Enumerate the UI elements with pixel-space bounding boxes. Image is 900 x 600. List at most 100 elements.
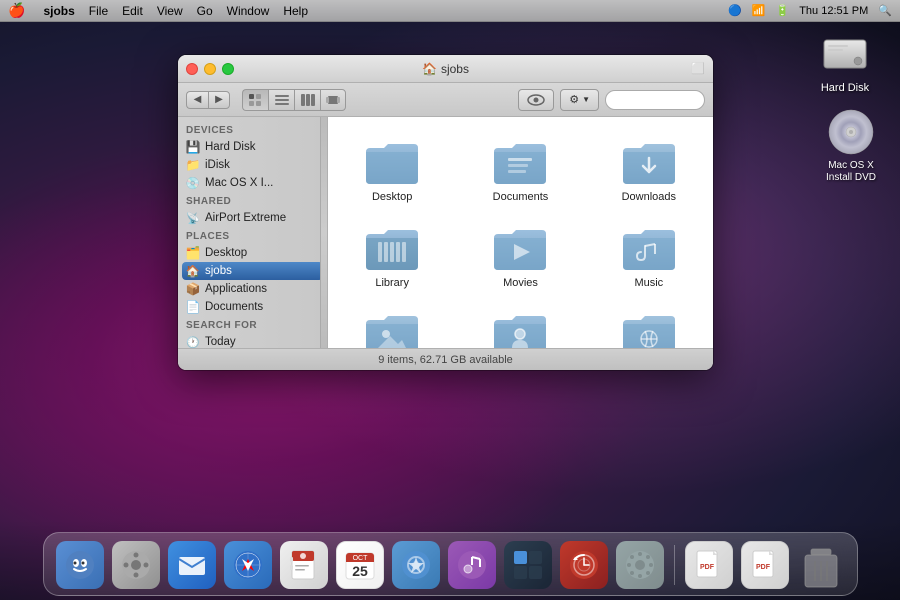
- home-icon: 🏠: [422, 62, 437, 76]
- sidebar-item-idisk[interactable]: 📁 iDisk: [178, 156, 327, 174]
- pdf1-dock-icon: PDF: [685, 541, 733, 589]
- folder-music[interactable]: Music: [585, 213, 713, 299]
- battery-icon: 🔋: [776, 4, 790, 17]
- today-icon: 🕐: [186, 335, 200, 348]
- bluetooth-icon: 🔵: [728, 4, 742, 17]
- dock-system-prefs[interactable]: [110, 537, 162, 589]
- places-section: PLACES: [178, 227, 327, 244]
- dock-timemachine[interactable]: [558, 537, 610, 589]
- menubar-help[interactable]: Help: [283, 4, 308, 18]
- folder-movies[interactable]: Movies: [456, 213, 584, 299]
- menubar-edit[interactable]: Edit: [122, 4, 143, 18]
- music-folder-icon: [620, 223, 678, 273]
- trash-dock-icon: [797, 541, 845, 589]
- menubar-view[interactable]: View: [157, 4, 183, 18]
- view-buttons: [242, 89, 346, 111]
- sidebar-item-documents[interactable]: 📄 Documents: [178, 298, 327, 316]
- dock-iphoto[interactable]: [390, 537, 442, 589]
- sidebar: DEVICES 💾 Hard Disk 📁 iDisk 💿 Mac OS X I…: [178, 117, 328, 348]
- documents-folder-icon: [491, 137, 549, 187]
- sidebar-item-airport[interactable]: 📡 AirPort Extreme: [178, 209, 327, 227]
- spaces-dock-icon: [504, 541, 552, 589]
- harddisk-icon: 💾: [186, 140, 200, 154]
- music-label: Music: [634, 277, 663, 289]
- sidebar-item-desktop[interactable]: 🗂️ Desktop: [178, 244, 327, 262]
- ical-dock-icon: 25OCT: [336, 541, 384, 589]
- finder-window: 🏠 sjobs ⬜ ◀ ▶: [178, 55, 713, 370]
- dock-pdf1[interactable]: PDF: [683, 537, 735, 589]
- folder-documents[interactable]: Documents: [456, 127, 584, 213]
- idisk-icon: 📁: [186, 158, 200, 172]
- dock-trash[interactable]: [795, 537, 847, 589]
- column-view-button[interactable]: [294, 89, 320, 111]
- sidebar-item-macosx[interactable]: 💿 Mac OS X I...: [178, 174, 327, 192]
- dock-addressbook[interactable]: [278, 537, 330, 589]
- dock-itunes[interactable]: [446, 537, 498, 589]
- forward-button[interactable]: ▶: [208, 91, 230, 109]
- hard-disk-icon[interactable]: Hard Disk: [810, 30, 880, 94]
- action-chevron: ▼: [582, 95, 590, 104]
- item-count: 9 items, 62.71 GB available: [378, 354, 513, 366]
- syspref2-dock-icon: [616, 541, 664, 589]
- desktop-label: Desktop: [372, 191, 412, 203]
- icon-view-button[interactable]: [242, 89, 268, 111]
- search-section: SEARCH FOR: [178, 316, 327, 333]
- timemachine-dock-icon: [560, 541, 608, 589]
- itunes-dock-icon: [448, 541, 496, 589]
- spotlight-icon[interactable]: 🔍: [878, 4, 892, 17]
- dvd-icon[interactable]: Mac OS X Install DVD: [816, 108, 886, 184]
- public-folder-icon: [491, 309, 549, 348]
- menubar-file[interactable]: File: [89, 4, 108, 18]
- menubar-window[interactable]: Window: [227, 4, 270, 18]
- folder-desktop[interactable]: Desktop: [328, 127, 456, 213]
- dock-pdf2[interactable]: PDF: [739, 537, 791, 589]
- content-area: DEVICES 💾 Hard Disk 📁 iDisk 💿 Mac OS X I…: [178, 117, 713, 348]
- sidebar-item-today[interactable]: 🕐 Today: [178, 333, 327, 348]
- dock-mail[interactable]: [166, 537, 218, 589]
- cover-view-button[interactable]: [320, 89, 346, 111]
- folder-library[interactable]: Library: [328, 213, 456, 299]
- folder-pictures[interactable]: Pictures: [328, 299, 456, 348]
- sites-folder-icon: [620, 309, 678, 348]
- pictures-folder-icon: [363, 309, 421, 348]
- nav-buttons: ◀ ▶: [186, 91, 230, 109]
- menubar: 🍎 sjobs File Edit View Go Window Help 🔵 …: [0, 0, 900, 22]
- action-button[interactable]: ⚙ ▼: [560, 89, 599, 111]
- folder-sites[interactable]: Sites: [585, 299, 713, 348]
- pdf2-dock-icon: PDF: [741, 541, 789, 589]
- dock-separator: [674, 545, 675, 585]
- eye-button[interactable]: [518, 89, 554, 111]
- dock-syspref2[interactable]: [614, 537, 666, 589]
- window-resize[interactable]: ⬜: [691, 62, 705, 75]
- maximize-button[interactable]: [222, 63, 234, 75]
- dock-finder[interactable]: [54, 537, 106, 589]
- sidebar-item-applications[interactable]: 📦 Applications: [178, 280, 327, 298]
- desktop-folder-icon: [363, 137, 421, 187]
- minimize-button[interactable]: [204, 63, 216, 75]
- downloads-label: Downloads: [622, 191, 676, 203]
- folder-downloads[interactable]: Downloads: [585, 127, 713, 213]
- menubar-go[interactable]: Go: [197, 4, 213, 18]
- back-button[interactable]: ◀: [186, 91, 208, 109]
- menubar-finder[interactable]: sjobs: [43, 4, 74, 18]
- wifi-icon: 📶: [752, 4, 766, 17]
- movies-folder-icon: [491, 223, 549, 273]
- close-button[interactable]: [186, 63, 198, 75]
- dock-safari[interactable]: [222, 537, 274, 589]
- toolbar: ◀ ▶ ⚙ ▼: [178, 83, 713, 117]
- search-input[interactable]: [605, 90, 705, 110]
- apple-menu[interactable]: 🍎: [8, 2, 25, 19]
- documents-label: Documents: [493, 191, 549, 203]
- sidebar-item-harddisk[interactable]: 💾 Hard Disk: [178, 138, 327, 156]
- dock-spaces[interactable]: [502, 537, 554, 589]
- mail-dock-icon: [168, 541, 216, 589]
- menubar-left: 🍎 sjobs File Edit View Go Window Help: [8, 2, 308, 19]
- hard-disk-label: Hard Disk: [821, 82, 869, 94]
- dock-ical[interactable]: 25OCT: [334, 537, 386, 589]
- dvd-sidebar-icon: 💿: [186, 176, 200, 190]
- list-view-button[interactable]: [268, 89, 294, 111]
- gear-icon: ⚙: [569, 93, 579, 106]
- sidebar-item-sjobs[interactable]: 🏠 sjobs: [182, 262, 323, 280]
- airport-icon: 📡: [186, 211, 200, 225]
- folder-public[interactable]: Public: [456, 299, 584, 348]
